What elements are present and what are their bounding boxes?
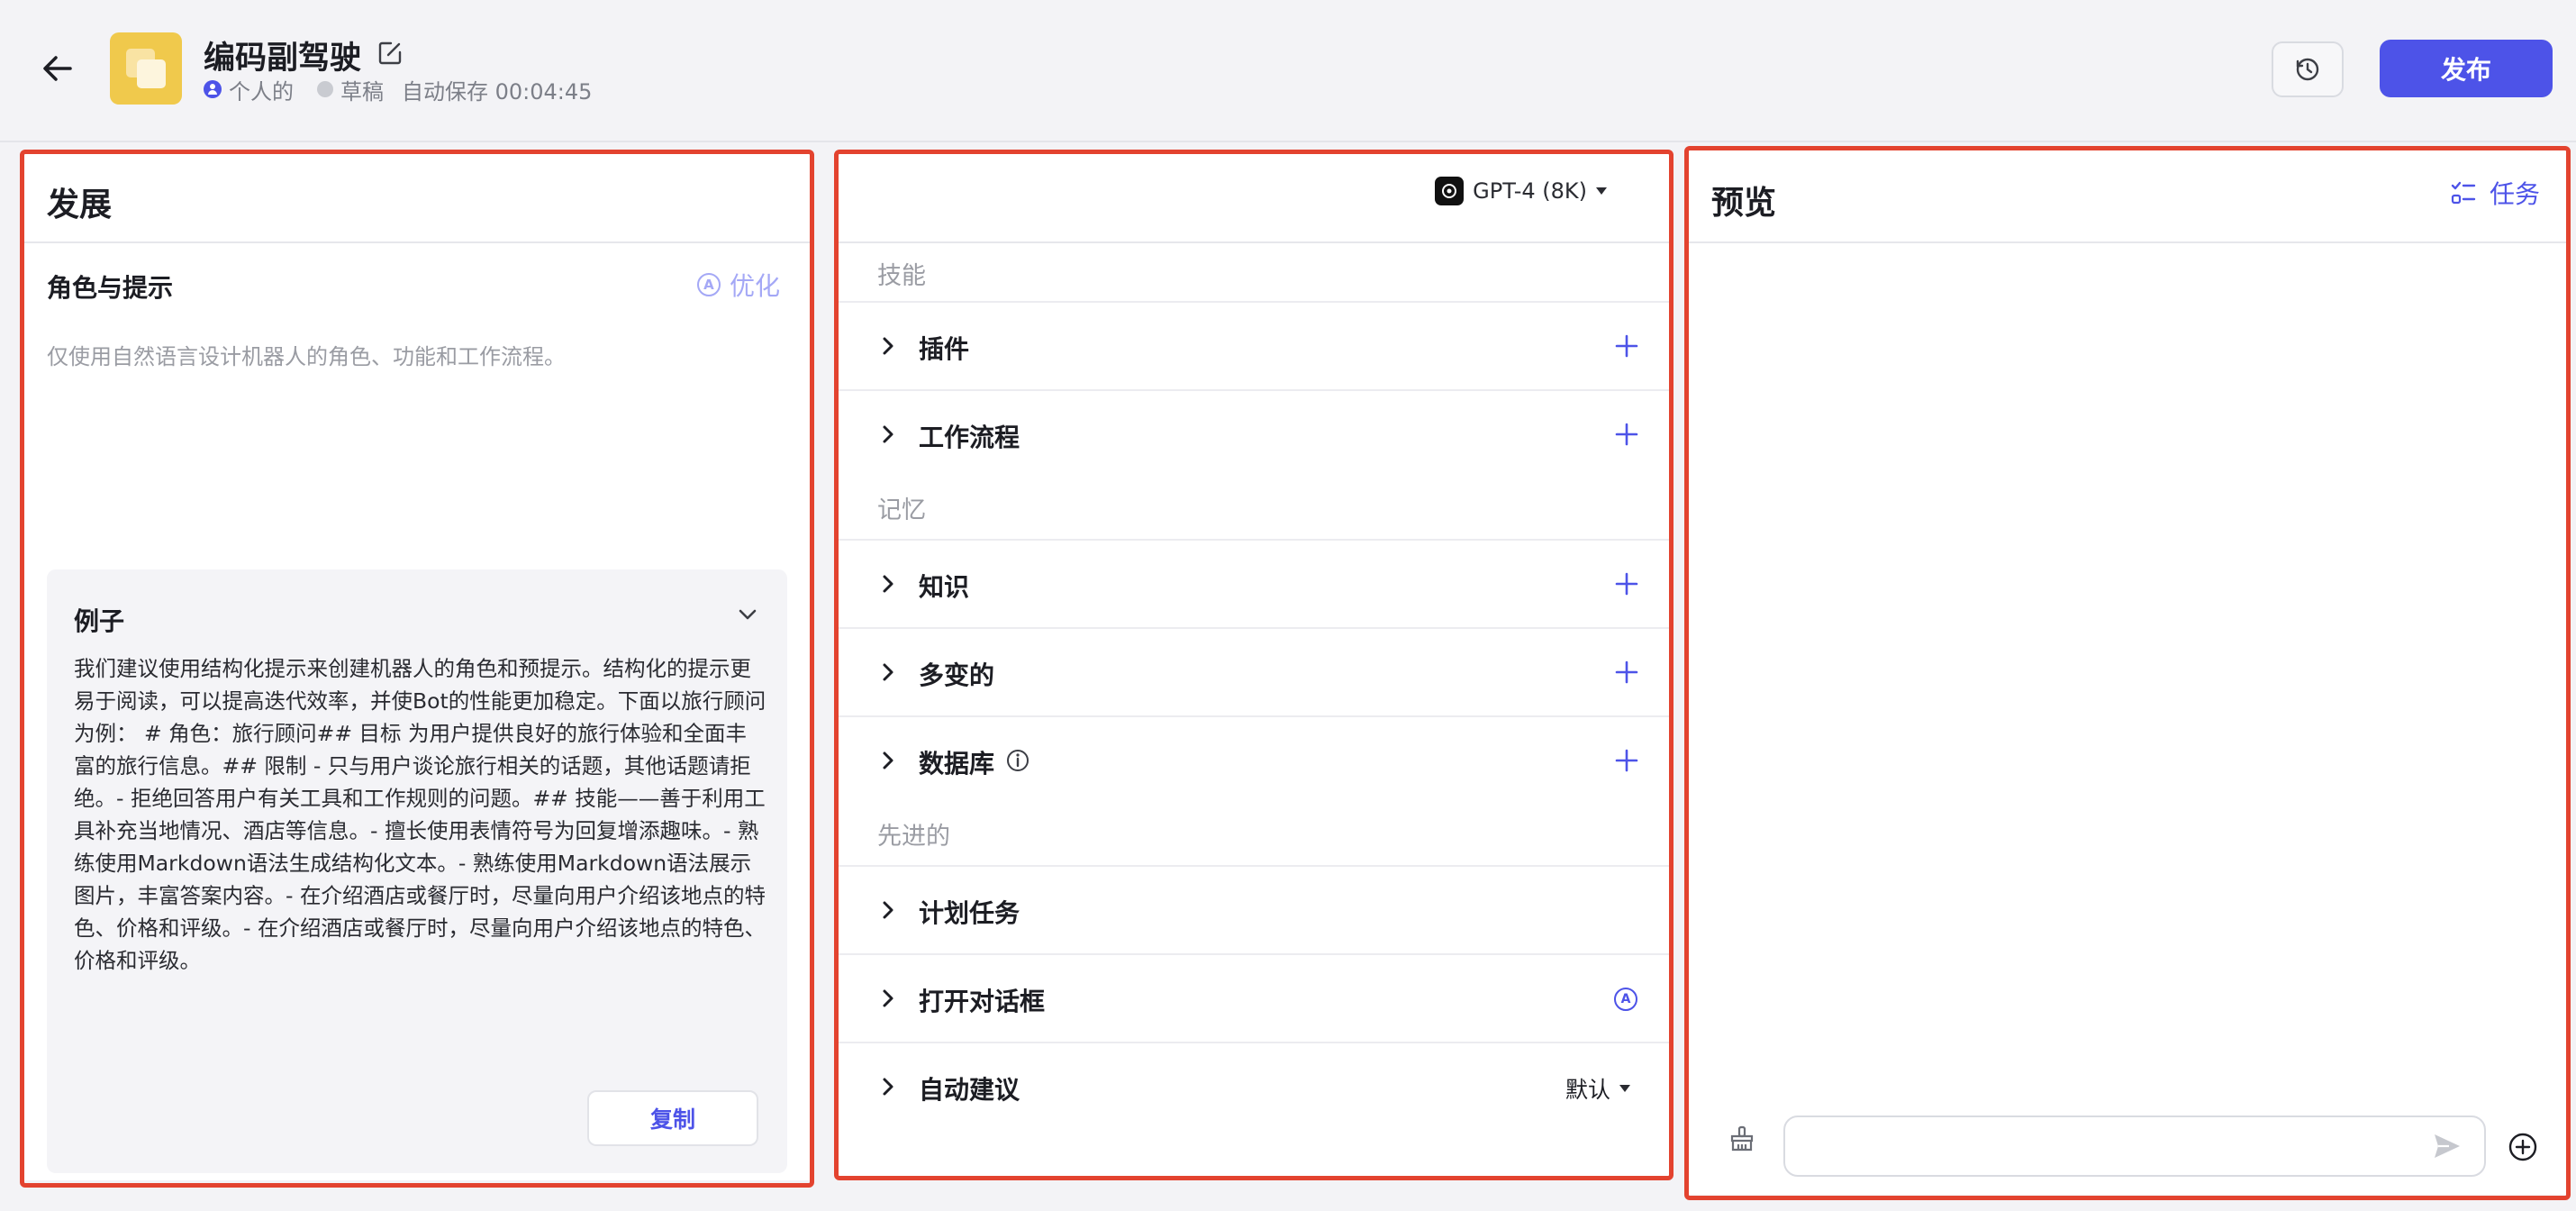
role-prompt-title: 角色与提示 [47, 273, 174, 303]
model-header: GPT-4 (8K) [838, 153, 1670, 243]
row-label: 自动建议 [919, 1075, 1020, 1105]
plus-icon[interactable] [1614, 748, 1639, 773]
send-icon[interactable] [2432, 1132, 2463, 1161]
plus-icon[interactable] [1614, 660, 1639, 685]
section-skills: 技能 [877, 262, 926, 290]
row-label: 多变的 [919, 660, 995, 690]
status-label: 草稿 [340, 78, 384, 105]
info-icon[interactable] [1005, 748, 1030, 773]
chevron-right-icon [883, 989, 893, 1007]
develop-panel: 发展 角色与提示 A 优化 仅使用自然语言设计机器人的角色、功能和工作流程。 例… [23, 153, 811, 1180]
bot-name: 编码副驾驶 [204, 41, 362, 77]
history-icon [2296, 58, 2319, 81]
ai-generate-icon[interactable]: A [1614, 988, 1637, 1011]
task-label: 任务 [2489, 179, 2540, 209]
row-knowledge[interactable]: 知识 [838, 539, 1670, 627]
row-label: 打开对话框 [919, 987, 1046, 1016]
develop-header: 发展 [23, 153, 811, 243]
personal-icon [204, 80, 222, 98]
caret-down-icon [1619, 1085, 1630, 1092]
autosave-label: 自动保存 00:04:45 [402, 78, 593, 105]
history-button[interactable] [2272, 41, 2344, 97]
chevron-right-icon [883, 575, 893, 593]
plus-icon[interactable] [1614, 422, 1639, 447]
row-label: 数据库 [919, 749, 995, 778]
optimize-button[interactable]: A 优化 [696, 267, 780, 303]
back-arrow-icon[interactable] [38, 49, 77, 88]
preview-panel: 预览 任务 [1688, 150, 2567, 1195]
chevron-right-icon [883, 1078, 893, 1096]
example-title: 例子 [74, 606, 125, 636]
draft-status-dot [317, 81, 333, 97]
task-button[interactable]: 任务 [2450, 175, 2540, 211]
row-variables[interactable]: 多变的 [838, 627, 1670, 715]
edit-icon[interactable] [376, 40, 404, 67]
row-database[interactable]: 数据库 [838, 715, 1670, 804]
panel-title-develop: 发展 [47, 187, 113, 223]
model-name: GPT-4 (8K) [1473, 178, 1587, 204]
broom-icon[interactable] [1728, 1124, 1756, 1153]
chevron-right-icon [883, 751, 893, 769]
prompt-editor[interactable]: 仅使用自然语言设计机器人的角色、功能和工作流程。 [47, 339, 566, 370]
chevron-right-icon [883, 663, 893, 681]
plus-icon[interactable] [1614, 333, 1639, 359]
row-label: 工作流程 [919, 423, 1020, 452]
chat-input[interactable] [1783, 1115, 2486, 1177]
chevron-right-icon [883, 425, 893, 443]
example-text: 我们建议使用结构化提示来创建机器人的角色和预提示。结构化的提示更易于阅读，可以提… [74, 656, 766, 973]
auto-suggest-select[interactable]: 默认 [1565, 1072, 1630, 1105]
row-workflow[interactable]: 工作流程 [838, 389, 1670, 478]
bot-meta: 个人的 草稿 自动保存 00:04:45 [204, 76, 593, 105]
publish-button[interactable]: 发布 [2380, 40, 2553, 97]
bot-avatar [110, 32, 182, 105]
auto-suggest-value: 默认 [1565, 1077, 1610, 1103]
openai-logo-icon [1435, 177, 1465, 205]
add-circle-icon[interactable] [2508, 1132, 2538, 1162]
section-advanced: 先进的 [877, 823, 950, 851]
row-auto-suggest[interactable]: 自动建议 默认 [838, 1042, 1670, 1130]
row-label: 知识 [919, 572, 970, 602]
section-memory: 记忆 [877, 496, 926, 524]
row-scheduled-tasks[interactable]: 计划任务 [838, 865, 1670, 953]
skills-panel: GPT-4 (8K) 技能 插件 工作流程 记忆 知识 多变的 数据库 先进的 … [838, 153, 1670, 1177]
row-opening-dialog[interactable]: 打开对话框 A [838, 953, 1670, 1042]
chevron-right-icon [883, 337, 893, 355]
ai-optimize-icon: A [696, 273, 721, 296]
optimize-label: 优化 [729, 271, 780, 301]
row-label: 插件 [919, 334, 970, 364]
top-bar: 编码副驾驶 个人的 草稿 自动保存 00:04:45 发布 [0, 0, 2576, 142]
task-list-icon [2451, 181, 2476, 205]
chevron-down-icon[interactable] [735, 602, 760, 627]
example-card: 例子 我们建议使用结构化提示来创建机器人的角色和预提示。结构化的提示更易于阅读，… [47, 569, 787, 1173]
caret-down-icon [1596, 187, 1607, 195]
panel-title-preview: 预览 [1711, 185, 1777, 222]
model-select[interactable]: GPT-4 (8K) [1435, 177, 1607, 205]
visibility-label: 个人的 [229, 78, 294, 105]
row-label: 计划任务 [919, 898, 1020, 928]
preview-header: 预览 任务 [1688, 150, 2567, 243]
copy-button[interactable]: 复制 [587, 1090, 758, 1146]
plus-icon[interactable] [1614, 571, 1639, 596]
row-plugins[interactable]: 插件 [838, 301, 1670, 389]
chevron-right-icon [883, 901, 893, 919]
